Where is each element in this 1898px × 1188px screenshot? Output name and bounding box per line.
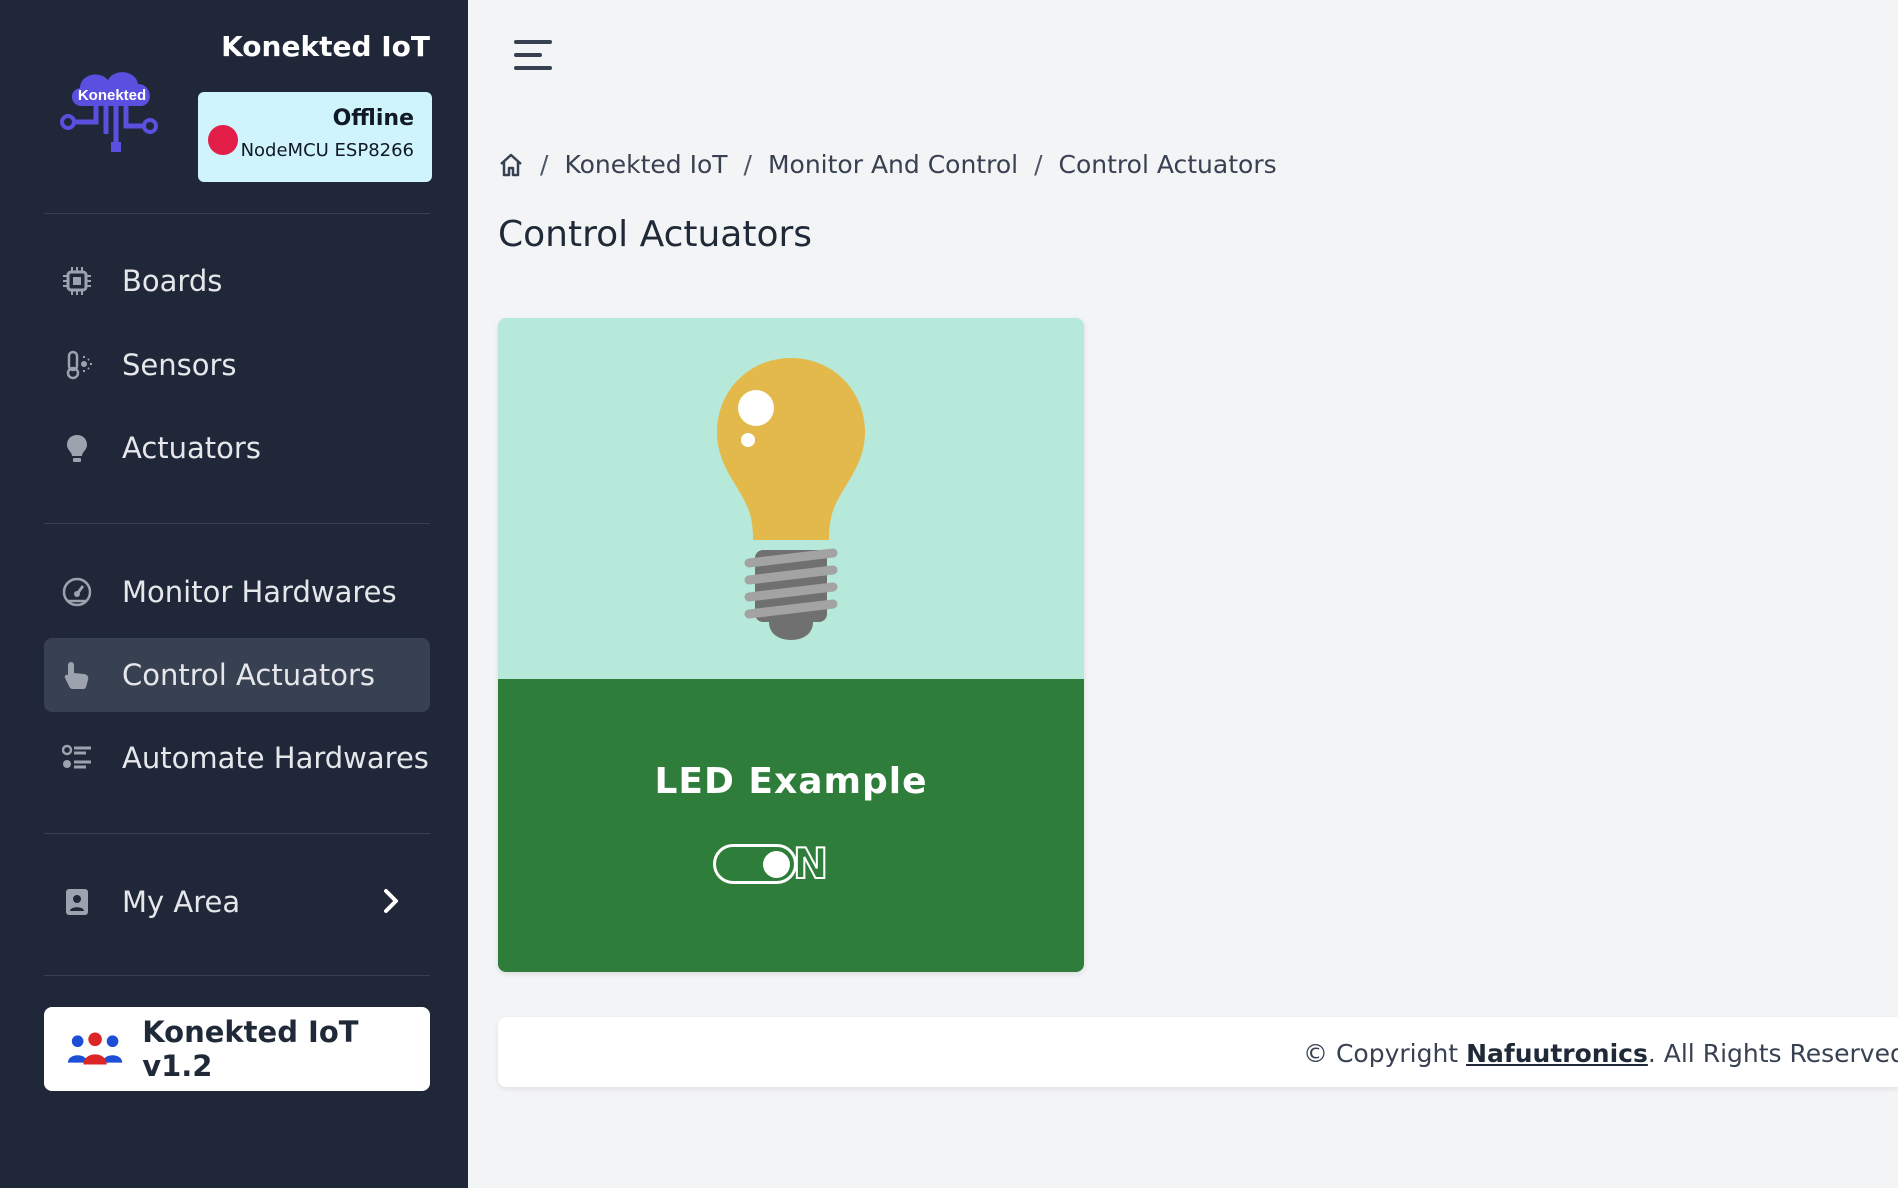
copyright-prefix: © Copyright [1303,1039,1467,1068]
logo-text: Konekted [78,87,146,104]
breadcrumb-separator: / [1034,150,1043,179]
actuator-card: LED Example N [498,318,1084,972]
breadcrumb-separator: / [540,150,549,179]
sidebar-item-automate-hardwares[interactable]: Automate Hardwares [44,721,430,795]
sidebar-item-boards[interactable]: Boards [44,244,430,318]
home-icon[interactable] [498,152,524,178]
divider [44,213,430,214]
page-title: Control Actuators [498,214,813,255]
gauge-icon [60,575,94,609]
sidebar-item-sensors[interactable]: Sensors [44,328,430,402]
status-indicator [208,125,238,155]
chevron-right-icon [384,889,398,913]
divider [44,833,430,834]
version-label: Konekted IoT v1.2 [142,1015,359,1083]
sidebar-item-actuators[interactable]: Actuators [44,411,430,485]
lightbulb-icon [717,358,865,640]
divider [44,975,430,976]
breadcrumb-item[interactable]: Konekted IoT [564,150,727,179]
sidebar-item-control-actuators[interactable]: Control Actuators [44,638,430,712]
board-name: NodeMCU ESP8266 [240,140,414,161]
team-icon [67,1032,123,1065]
chip-icon [60,264,94,298]
sidebar-item-label: Boards [122,264,223,298]
toggle-switch[interactable] [713,843,797,884]
lightbulb-icon [60,431,94,465]
thermometer-icon [60,348,94,382]
sidebar-item-label: Monitor Hardwares [122,575,397,609]
breadcrumb: / Konekted IoT / Monitor And Control / C… [498,150,1277,179]
breadcrumb-item[interactable]: Monitor And Control [768,150,1018,179]
konekted-logo: Konekted [60,72,158,152]
sidebar-item-label: Control Actuators [122,658,375,692]
sidebar-item-label: Automate Hardwares [122,741,429,775]
toggle-knob [763,850,790,878]
copyright-suffix: . All Rights Reserved. IT [1647,1039,1898,1068]
sidebar-item-my-area[interactable]: My Area [44,865,430,939]
main-content: / Konekted IoT / Monitor And Control / C… [468,0,1898,1188]
app-title: Konekted IoT [221,30,430,63]
hand-pointer-icon [60,658,94,692]
actuator-image-area [498,318,1084,679]
actuator-name: LED Example [654,761,928,802]
id-badge-icon [60,885,94,919]
menu-toggle-icon[interactable] [514,40,560,80]
sidebar-item-label: Sensors [122,348,237,382]
toggle-state-label: N [792,838,829,889]
actuator-control-area: LED Example N [498,679,1084,972]
footer: © Copyright Nafuutronics. All Rights Res… [498,1017,1898,1087]
status-text: Offline [332,106,414,131]
company-link[interactable]: Nafuutronics [1466,1039,1648,1068]
list-icon [60,741,94,775]
copyright-text: © Copyright Nafuutronics. All Rights Res… [1303,1039,1898,1068]
version-card: Konekted IoT v1.2 [44,1007,430,1091]
sidebar-item-monitor-hardwares[interactable]: Monitor Hardwares [44,555,430,629]
breadcrumb-separator: / [743,150,752,179]
divider [44,523,430,524]
sidebar-item-label: My Area [122,885,241,919]
sidebar: Konekted IoT Konekted Offline NodeMCU ES… [0,0,468,1188]
actuator-toggle[interactable]: N [713,838,829,889]
breadcrumb-item-current: Control Actuators [1058,150,1277,179]
sidebar-item-label: Actuators [122,431,261,465]
